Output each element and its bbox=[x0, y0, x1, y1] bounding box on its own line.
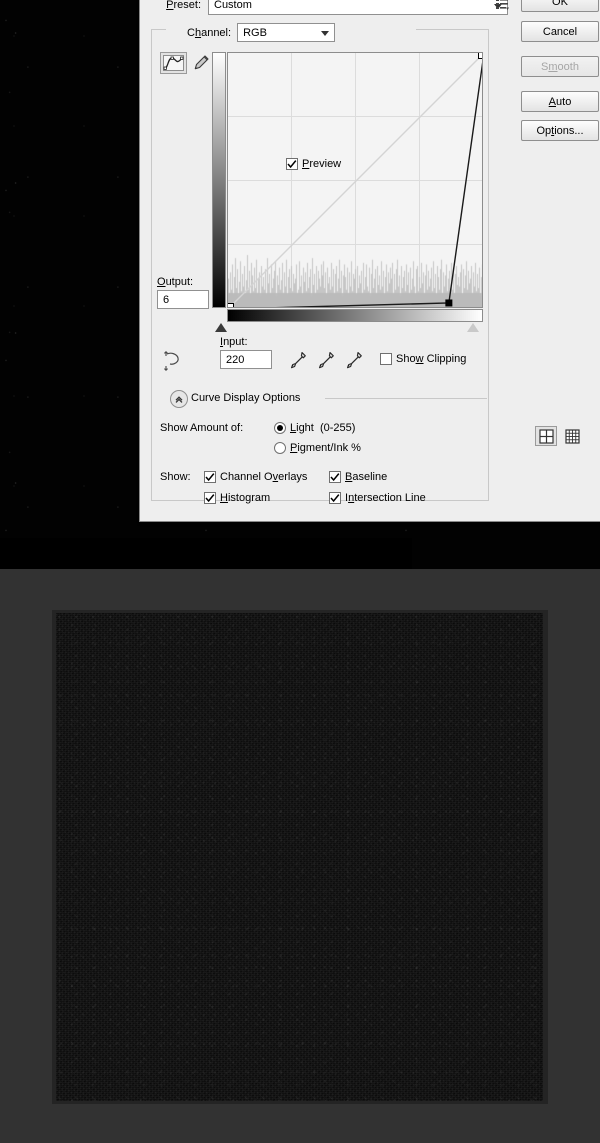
black-point-slider[interactable] bbox=[215, 323, 227, 332]
baseline-diagonal bbox=[229, 54, 482, 307]
preview-label: Preview bbox=[302, 158, 342, 170]
curve-display-options-title: Curve Display Options bbox=[191, 392, 301, 404]
curve-control-points bbox=[228, 53, 484, 309]
curve-point-selected[interactable] bbox=[445, 299, 453, 307]
checkbox-label: Channel Overlays bbox=[220, 471, 308, 483]
eyedropper-black-icon[interactable] bbox=[288, 350, 308, 370]
curves-dialog: Preset: Custom Channel: RGB Output: 6 In… bbox=[139, 0, 600, 522]
preset-select[interactable]: Custom bbox=[208, 0, 508, 15]
eyedropper-white-icon[interactable] bbox=[344, 350, 364, 370]
channel-row: Channel: RGB bbox=[187, 23, 336, 42]
white-point-slider[interactable] bbox=[467, 323, 479, 332]
curve-plot[interactable] bbox=[228, 53, 483, 308]
curve-tool-icon[interactable] bbox=[160, 52, 187, 74]
output-input[interactable]: 6 bbox=[157, 290, 209, 309]
checkbox-label: Intersection Line bbox=[345, 492, 426, 504]
checkbox-box bbox=[329, 492, 341, 504]
ok-button[interactable]: OK bbox=[521, 0, 599, 12]
chevron-down-icon bbox=[321, 31, 330, 36]
input-label: Input: bbox=[220, 336, 248, 348]
input-gradient-ramp bbox=[227, 309, 483, 322]
output-label: Output: bbox=[157, 276, 194, 288]
input-field[interactable]: 220 bbox=[220, 350, 272, 369]
output-value: 6 bbox=[163, 293, 170, 306]
section-divider bbox=[325, 398, 487, 399]
radio-pigment-ink[interactable]: Pigment/Ink % bbox=[274, 442, 361, 454]
cancel-button[interactable]: Cancel bbox=[521, 21, 599, 42]
checkbox-box bbox=[329, 471, 341, 483]
preset-menu-icon[interactable] bbox=[494, 0, 510, 12]
dialog-button-column: OK Cancel Sm ooth Auto Op t ions... bbox=[521, 0, 600, 192]
curve-line bbox=[275, 62, 482, 307]
channel-select[interactable]: RGB bbox=[237, 23, 336, 42]
checkbox-intersection-line[interactable]: Intersection Line bbox=[329, 492, 426, 504]
document-canvas-image[interactable] bbox=[56, 613, 543, 1101]
curve-point[interactable] bbox=[478, 53, 484, 59]
checkbox-label: Histogram bbox=[220, 492, 271, 504]
show-clipping-checkbox[interactable]: Show Clipping bbox=[380, 353, 466, 365]
checkbox-box bbox=[380, 353, 392, 365]
eyedropper-gray-icon[interactable] bbox=[316, 350, 336, 370]
curves-graph[interactable] bbox=[227, 52, 483, 308]
options-button[interactable]: Op t ions... bbox=[521, 120, 599, 141]
curve-point[interactable] bbox=[228, 303, 234, 309]
smooth-points-icon[interactable] bbox=[161, 350, 185, 372]
radio-pigment-label: Pigment/Ink % bbox=[290, 442, 361, 454]
backdrop-black-strip bbox=[0, 538, 412, 569]
radio-light[interactable]: Light (0-255) bbox=[274, 422, 355, 434]
auto-button[interactable]: Auto bbox=[521, 91, 599, 112]
preset-value: Custom bbox=[214, 0, 252, 11]
checkbox-box bbox=[204, 492, 216, 504]
pencil-tool-icon[interactable] bbox=[190, 52, 212, 74]
checkbox-box bbox=[286, 158, 298, 170]
grid-simple-icon[interactable] bbox=[535, 426, 557, 446]
checkbox-histogram[interactable]: Histogram bbox=[204, 492, 270, 504]
input-value: 220 bbox=[226, 353, 245, 366]
preview-checkbox[interactable]: Preview bbox=[286, 158, 341, 170]
radio-circle bbox=[274, 422, 286, 434]
preset-label: Preset: bbox=[166, 0, 201, 11]
show-clipping-label: Show Clipping bbox=[396, 353, 467, 365]
output-gradient-ramp bbox=[212, 52, 226, 308]
preset-row: Preset: Custom bbox=[154, 0, 524, 15]
radio-circle bbox=[274, 442, 286, 454]
show-amount-of-label: Show Amount of: bbox=[160, 422, 244, 434]
checkbox-baseline[interactable]: Baseline bbox=[329, 471, 387, 483]
channel-value: RGB bbox=[243, 26, 267, 39]
show-label: Show: bbox=[160, 471, 191, 483]
checkbox-channel-overlays[interactable]: Channel Overlays bbox=[204, 471, 307, 483]
radio-light-label: Light (0-255) bbox=[290, 422, 356, 434]
checkbox-box bbox=[204, 471, 216, 483]
curve-display-options-toggle[interactable] bbox=[170, 390, 188, 408]
smooth-button: Sm ooth bbox=[521, 56, 599, 77]
checkbox-label: Baseline bbox=[345, 471, 388, 483]
grid-fine-icon[interactable] bbox=[561, 426, 583, 446]
channel-label: Channel: bbox=[187, 26, 232, 39]
